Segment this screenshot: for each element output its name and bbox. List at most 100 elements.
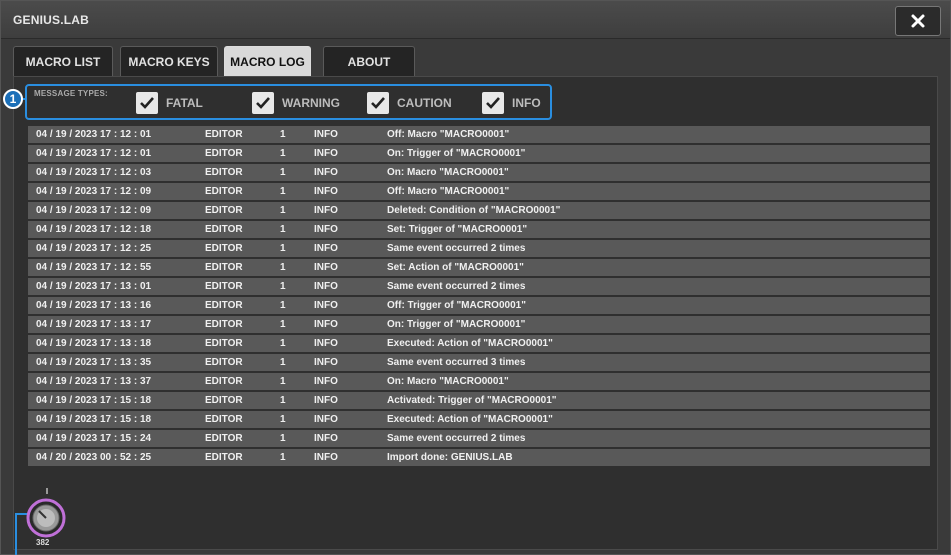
log-row[interactable]: 04 / 19 / 2023 17 : 13 : 01 EDITOR 1 INFO Sa… (28, 278, 930, 295)
fatal-checkbox[interactable] (136, 92, 158, 114)
log-date: 04 / 19 / 2023 17 : 12 : 01 (36, 129, 152, 140)
log-row[interactable]: 04 / 19 / 2023 17 : 12 : 01 EDITOR 1 INFO Of… (28, 126, 930, 143)
tab-macro-log[interactable]: MACRO LOG (224, 46, 311, 76)
log-source: EDITOR (205, 148, 243, 159)
log-date: 04 / 19 / 2023 17 : 12 : 25 (36, 243, 152, 254)
fatal-label: FATAL (166, 96, 203, 110)
knob-value: 382 (36, 538, 50, 547)
log-row[interactable]: 04 / 19 / 2023 17 : 12 : 01 EDITOR 1 INFO On… (28, 145, 930, 162)
log-channel: 1 (280, 186, 286, 197)
close-button[interactable] (895, 6, 941, 36)
info-label: INFO (512, 96, 541, 110)
message-types-label: MESSAGE TYPES: (34, 89, 108, 98)
log-channel: 1 (280, 262, 286, 273)
log-source: EDITOR (205, 319, 243, 330)
log-row[interactable]: 04 / 20 / 2023 00 : 52 : 25 EDITOR 1 INFO Im… (28, 449, 930, 466)
log-message: Executed: Action of "MACRO0001" (387, 414, 553, 425)
log-row[interactable]: 04 / 19 / 2023 17 : 12 : 09 EDITOR 1 INFO Of… (28, 183, 930, 200)
log-source: EDITOR (205, 224, 243, 235)
log-source: EDITOR (205, 281, 243, 292)
log-source: EDITOR (205, 129, 243, 140)
caution-label: CAUTION (397, 96, 452, 110)
log-row[interactable]: 04 / 19 / 2023 17 : 13 : 17 EDITOR 1 INFO On… (28, 316, 930, 333)
log-date: 04 / 19 / 2023 17 : 15 : 24 (36, 433, 152, 444)
title-bar: GENIUS.LAB (1, 1, 950, 39)
log-date: 04 / 19 / 2023 17 : 12 : 18 (36, 224, 152, 235)
log-source: EDITOR (205, 300, 243, 311)
log-message: Import done: GENIUS.LAB (387, 452, 513, 463)
log-level: INFO (314, 319, 338, 330)
log-channel: 1 (280, 433, 286, 444)
log-date: 04 / 19 / 2023 17 : 12 : 03 (36, 167, 152, 178)
tab-macro-keys[interactable]: MACRO KEYS (120, 46, 218, 76)
log-message: On: Macro "MACRO0001" (387, 167, 509, 178)
log-row[interactable]: 04 / 19 / 2023 17 : 13 : 35 EDITOR 1 INFO Sa… (28, 354, 930, 371)
log-row[interactable]: 04 / 19 / 2023 17 : 12 : 09 EDITOR 1 INFO De… (28, 202, 930, 219)
log-row[interactable]: 04 / 19 / 2023 17 : 13 : 18 EDITOR 1 INFO Ex… (28, 335, 930, 352)
log-channel: 1 (280, 338, 286, 349)
log-level: INFO (314, 129, 338, 140)
log-date: 04 / 19 / 2023 17 : 13 : 37 (36, 376, 152, 387)
log-date: 04 / 19 / 2023 17 : 12 : 09 (36, 186, 152, 197)
log-channel: 1 (280, 129, 286, 140)
log-channel: 1 (280, 148, 286, 159)
log-channel: 1 (280, 224, 286, 235)
log-date: 04 / 19 / 2023 17 : 12 : 01 (36, 148, 152, 159)
log-row[interactable]: 04 / 19 / 2023 17 : 12 : 03 EDITOR 1 INFO On… (28, 164, 930, 181)
log-channel: 1 (280, 452, 286, 463)
log-row[interactable]: 04 / 19 / 2023 17 : 15 : 18 EDITOR 1 INFO Ac… (28, 392, 930, 409)
log-level: INFO (314, 414, 338, 425)
warning-label: WARNING (282, 96, 340, 110)
log-channel: 1 (280, 395, 286, 406)
tab-macro-list[interactable]: MACRO LIST (13, 46, 113, 76)
log-level: INFO (314, 186, 338, 197)
log-channel: 1 (280, 357, 286, 368)
log-message: On: Trigger of "MACRO0001" (387, 148, 526, 159)
log-message: Same event occurred 2 times (387, 243, 526, 254)
log-date: 04 / 20 / 2023 00 : 52 : 25 (36, 452, 152, 463)
log-message: Off: Macro "MACRO0001" (387, 186, 510, 197)
log-row[interactable]: 04 / 19 / 2023 17 : 12 : 25 EDITOR 1 INFO Sa… (28, 240, 930, 257)
caution-checkbox[interactable] (367, 92, 389, 114)
log-source: EDITOR (205, 433, 243, 444)
log-source: EDITOR (205, 262, 243, 273)
log-row[interactable]: 04 / 19 / 2023 17 : 12 : 55 EDITOR 1 INFO Se… (28, 259, 930, 276)
log-level: INFO (314, 281, 338, 292)
log-date: 04 / 19 / 2023 17 : 13 : 17 (36, 319, 152, 330)
log-row[interactable]: 04 / 19 / 2023 17 : 13 : 16 EDITOR 1 INFO Of… (28, 297, 930, 314)
log-channel: 1 (280, 281, 286, 292)
log-channel: 1 (280, 167, 286, 178)
log-level: INFO (314, 357, 338, 368)
knob-icon (26, 498, 66, 538)
log-source: EDITOR (205, 205, 243, 216)
log-channel: 1 (280, 376, 286, 387)
window-title: GENIUS.LAB (13, 13, 90, 27)
log-row[interactable]: 04 / 19 / 2023 17 : 15 : 24 EDITOR 1 INFO Sa… (28, 430, 930, 447)
log-level: INFO (314, 167, 338, 178)
log-message: Off: Macro "MACRO0001" (387, 129, 510, 140)
log-source: EDITOR (205, 414, 243, 425)
log-level: INFO (314, 148, 338, 159)
log-level: INFO (314, 243, 338, 254)
info-checkbox[interactable] (482, 92, 504, 114)
log-source: EDITOR (205, 186, 243, 197)
log-source: EDITOR (205, 338, 243, 349)
log-date: 04 / 19 / 2023 17 : 13 : 16 (36, 300, 152, 311)
log-row[interactable]: 04 / 19 / 2023 17 : 12 : 18 EDITOR 1 INFO Se… (28, 221, 930, 238)
tab-about[interactable]: ABOUT (323, 46, 415, 76)
log-row[interactable]: 04 / 19 / 2023 17 : 15 : 18 EDITOR 1 INFO Ex… (28, 411, 930, 428)
log-date: 04 / 19 / 2023 17 : 13 : 01 (36, 281, 152, 292)
warning-checkbox[interactable] (252, 92, 274, 114)
log-source: EDITOR (205, 376, 243, 387)
log-row[interactable]: 04 / 19 / 2023 17 : 13 : 37 EDITOR 1 INFO On… (28, 373, 930, 390)
log-message: On: Trigger of "MACRO0001" (387, 319, 526, 330)
log-channel: 1 (280, 300, 286, 311)
log-channel: 1 (280, 243, 286, 254)
log-source: EDITOR (205, 243, 243, 254)
log-date: 04 / 19 / 2023 17 : 15 : 18 (36, 414, 152, 425)
knob-tick (46, 488, 48, 494)
knob-callout-line (15, 513, 17, 555)
close-icon (911, 14, 925, 28)
log-date: 04 / 19 / 2023 17 : 13 : 35 (36, 357, 152, 368)
log-message: Deleted: Condition of "MACRO0001" (387, 205, 561, 216)
